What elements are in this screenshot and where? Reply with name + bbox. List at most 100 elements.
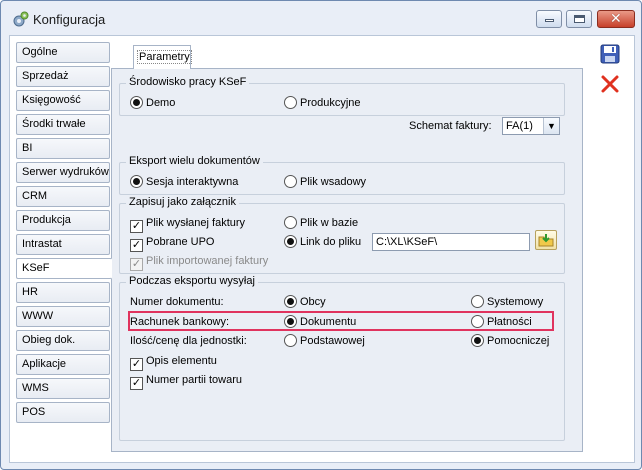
tab-parametry[interactable]: Parametry [133, 45, 192, 69]
sidebar-item-intrastat[interactable]: Intrastat [16, 234, 110, 255]
radio-produkcyjne[interactable]: Produkcyjne [284, 96, 361, 112]
group-zalacznik-title: Zapisuj jako załącznik [126, 196, 239, 208]
numer-label: Numer dokumentu: [130, 296, 224, 308]
check-pobrane-upo-label: Pobrane UPO [146, 236, 215, 248]
radio-ilosc-podstawowej-indicator[interactable] [284, 334, 297, 347]
check-opis-elementu-label: Opis elementu [146, 355, 217, 367]
check-pobrane-upo[interactable]: ✓ Pobrane UPO [130, 235, 215, 252]
group-srodowisko: Środowisko pracy KSeF Demo Produkcyjne [119, 76, 565, 116]
schemat-value: FA(1) [506, 120, 533, 132]
group-eksport-title: Eksport wielu dokumentów [126, 155, 263, 167]
check-numer-partii-label: Numer partii towaru [146, 374, 242, 386]
cancel-button[interactable] [599, 73, 621, 95]
radio-link-do-pliku-indicator[interactable] [284, 235, 297, 248]
radio-plik-w-bazie-label: Plik w bazie [300, 217, 359, 229]
radio-numer-obcy-indicator[interactable] [284, 295, 297, 308]
checkbox-pobrane-upo[interactable]: ✓ [130, 239, 143, 252]
radio-plik-w-bazie-indicator[interactable] [284, 216, 297, 229]
radio-demo-label: Demo [146, 97, 176, 109]
sidebar-item-ksef[interactable]: KSeF [16, 258, 112, 279]
title-bar[interactable]: Konfiguracja ✕ [1, 1, 641, 35]
radio-ilosc-pomocniczej[interactable]: Pomocniczej [471, 334, 549, 350]
check-plik-wyslanej-label: Plik wysłanej faktury [146, 217, 246, 229]
sidebar-item-obieg-dok[interactable]: Obieg dok. [16, 330, 110, 351]
check-plik-importowanej: ✓ Plik importowanej faktury [130, 254, 269, 271]
sidebar-item-aplikacje[interactable]: Aplikacje [16, 354, 110, 375]
group-srodowisko-title: Środowisko pracy KSeF [126, 76, 250, 88]
close-window-button[interactable]: ✕ [597, 10, 635, 28]
radio-sesja-label: Sesja interaktywna [146, 176, 239, 188]
dialog-body: Ogólne Sprzedaż Księgowość Środki trwałe… [9, 35, 635, 463]
check-plik-importowanej-label: Plik importowanej faktury [146, 255, 269, 267]
chevron-down-icon[interactable]: ▼ [543, 118, 559, 134]
configuration-window: Konfiguracja ✕ Ogólne Sprzedaż Księgowoś… [0, 0, 642, 470]
save-button[interactable] [599, 43, 621, 65]
schemat-select[interactable]: FA(1) ▼ [502, 117, 560, 135]
radio-demo-indicator[interactable] [130, 96, 143, 109]
radio-rachunek-dokumentu[interactable]: Dokumentu [284, 315, 356, 331]
radio-plik-wsadowy[interactable]: Plik wsadowy [284, 175, 366, 191]
sidebar-item-bi[interactable]: BI [16, 138, 110, 159]
maximize-icon [574, 15, 585, 23]
maximize-button[interactable] [566, 10, 592, 28]
sidebar-item-www[interactable]: WWW [16, 306, 110, 327]
minimize-icon [545, 19, 554, 22]
sidebar-item-pos[interactable]: POS [16, 402, 110, 423]
group-podczas: Podczas eksportu wysyłaj Numer dokumentu… [119, 275, 565, 441]
sidebar-item-wms[interactable]: WMS [16, 378, 110, 399]
checkbox-opis-elementu[interactable]: ✓ [130, 358, 143, 371]
sidebar-item-sprzedaz[interactable]: Sprzedaż [16, 66, 110, 87]
browse-folder-button[interactable] [535, 230, 557, 250]
close-icon: ✕ [610, 10, 622, 26]
radio-numer-systemowy-label: Systemowy [487, 296, 544, 308]
check-plik-wyslanej[interactable]: ✓ Plik wysłanej faktury [130, 216, 246, 233]
gears-icon [13, 11, 29, 27]
radio-plik-wsadowy-indicator[interactable] [284, 175, 297, 188]
radio-sesja-indicator[interactable] [130, 175, 143, 188]
radio-numer-systemowy[interactable]: Systemowy [471, 295, 543, 311]
sidebar-item-hr[interactable]: HR [16, 282, 110, 303]
sidebar-item-crm[interactable]: CRM [16, 186, 110, 207]
radio-produkcyjne-label: Produkcyjne [300, 97, 361, 109]
path-input[interactable]: C:\XL\KSeF\ [372, 233, 530, 251]
ilosc-label: Ilość/cenę dla jednostki: [130, 335, 247, 347]
checkbox-plik-wyslanej[interactable]: ✓ [130, 220, 143, 233]
sidebar-item-serwer-wydrukow[interactable]: Serwer wydruków [16, 162, 110, 183]
radio-ilosc-podstawowej[interactable]: Podstawowej [284, 334, 365, 350]
radio-rachunek-dokumentu-indicator[interactable] [284, 315, 297, 328]
radio-link-do-pliku-label: Link do pliku [300, 236, 362, 248]
check-opis-elementu[interactable]: ✓ Opis elementu [130, 354, 217, 371]
radio-sesja[interactable]: Sesja interaktywna [130, 175, 238, 191]
schemat-label: Schemat faktury: [409, 120, 492, 132]
radio-numer-systemowy-indicator[interactable] [471, 295, 484, 308]
radio-plik-w-bazie[interactable]: Plik w bazie [284, 216, 358, 232]
checkbox-plik-importowanej: ✓ [130, 258, 143, 271]
radio-produkcyjne-indicator[interactable] [284, 96, 297, 109]
sidebar-item-produkcja[interactable]: Produkcja [16, 210, 110, 231]
radio-numer-obcy-label: Obcy [300, 296, 326, 308]
sidebar-item-ksiegowosc[interactable]: Księgowość [16, 90, 110, 111]
radio-rachunek-platnosci-indicator[interactable] [471, 315, 484, 328]
group-podczas-title: Podczas eksportu wysyłaj [126, 275, 258, 287]
minimize-button[interactable] [536, 10, 562, 28]
radio-plik-wsadowy-label: Plik wsadowy [300, 176, 367, 188]
parameters-panel: Środowisko pracy KSeF Demo Produkcyjne S… [111, 68, 583, 452]
rachunek-label: Rachunek bankowy: [130, 316, 230, 328]
checkbox-numer-partii[interactable]: ✓ [130, 377, 143, 390]
sidebar-item-srodki-trwale[interactable]: Środki trwałe [16, 114, 110, 135]
radio-numer-obcy[interactable]: Obcy [284, 295, 326, 311]
group-zalacznik: Zapisuj jako załącznik ✓ Plik wysłanej fa… [119, 196, 565, 274]
radio-ilosc-podstawowej-label: Podstawowej [300, 335, 365, 347]
folder-arrow-icon [538, 234, 554, 247]
radio-rachunek-dokumentu-label: Dokumentu [300, 316, 357, 328]
floppy-disk-icon [600, 44, 620, 64]
radio-ilosc-pomocniczej-label: Pomocniczej [487, 335, 550, 347]
radio-demo[interactable]: Demo [130, 96, 175, 112]
radio-link-do-pliku[interactable]: Link do pliku [284, 235, 361, 251]
radio-ilosc-pomocniczej-indicator[interactable] [471, 334, 484, 347]
radio-rachunek-platnosci-label: Płatności [487, 316, 532, 328]
check-numer-partii[interactable]: ✓ Numer partii towaru [130, 373, 242, 390]
sidebar-item-ogolne[interactable]: Ogólne [16, 42, 110, 63]
radio-rachunek-platnosci[interactable]: Płatności [471, 315, 532, 331]
red-x-icon [601, 75, 619, 93]
